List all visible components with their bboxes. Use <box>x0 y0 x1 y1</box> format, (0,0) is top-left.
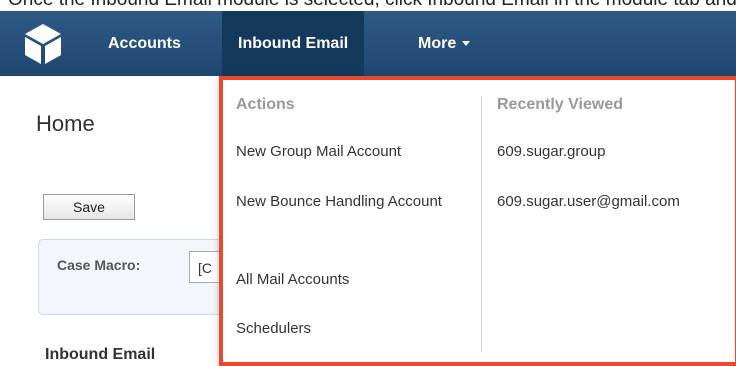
menu-item-new-group-mail-account[interactable]: New Group Mail Account <box>236 140 401 164</box>
nav-tab-inbound-email[interactable]: Inbound Email <box>222 11 365 76</box>
actions-heading: Actions <box>236 96 295 113</box>
nav-tab-more[interactable]: More <box>418 11 471 76</box>
column-divider <box>481 96 482 352</box>
menu-item-new-bounce-handling-account[interactable]: New Bounce Handling Account <box>236 190 456 214</box>
inbound-email-dropdown-menu: Actions New Group Mail Account New Bounc… <box>219 76 736 366</box>
section-heading: Inbound Email <box>45 346 156 363</box>
menu-item-schedulers[interactable]: Schedulers <box>236 317 311 341</box>
caret-down-icon <box>462 41 471 47</box>
recently-viewed-heading: Recently Viewed <box>497 96 623 113</box>
recent-item-sugar-group[interactable]: 609.sugar.group <box>497 140 605 164</box>
nav-more-label: More <box>418 35 457 52</box>
case-macro-label: Case Macro: <box>57 257 141 273</box>
top-navbar: Accounts Inbound Email More <box>0 11 736 76</box>
recent-item-sugar-user[interactable]: 609.sugar.user@gmail.com <box>497 190 680 214</box>
caption-text: Once the Inbound Email module is selecte… <box>0 0 736 11</box>
nav-tab-accounts[interactable]: Accounts <box>108 11 181 76</box>
case-macro-panel: Case Macro: [C <box>38 239 249 315</box>
sugarcube-logo-icon[interactable] <box>18 19 68 69</box>
save-button[interactable]: Save <box>43 194 135 220</box>
menu-item-all-mail-accounts[interactable]: All Mail Accounts <box>236 268 349 292</box>
page-title: Home <box>36 111 95 136</box>
